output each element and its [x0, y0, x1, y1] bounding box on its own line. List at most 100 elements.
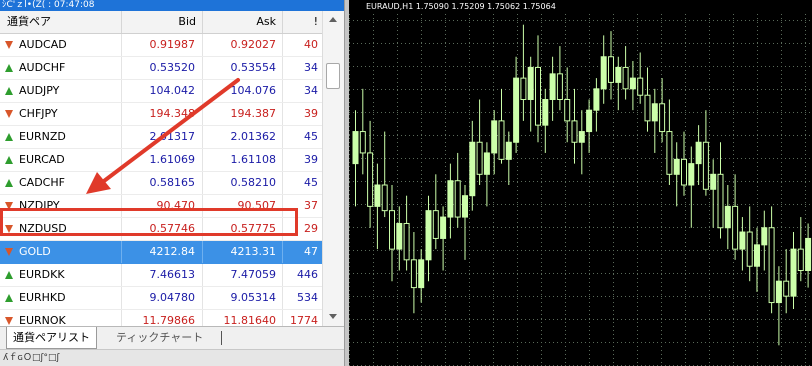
tab-tick-chart[interactable]: ティックチャート — [110, 327, 209, 349]
bid-price: 9.04780 — [122, 287, 203, 309]
candle-bull — [440, 216, 447, 239]
chart-header: EURAUD,H1 1.75090 1.75209 1.75062 1.7506… — [366, 2, 556, 11]
candle-bear — [746, 231, 753, 267]
symbol-row-gold[interactable]: GOLD 4212.84 4213.31 47 — [0, 241, 322, 264]
bid-price: 90.470 — [122, 195, 203, 217]
bid-price: 7.46613 — [122, 264, 203, 286]
candle-bull — [790, 248, 797, 297]
spread-value: 45 — [304, 176, 318, 189]
column-header-ask[interactable]: Ask — [203, 11, 283, 33]
candle-bear — [644, 94, 651, 122]
candle-bear — [410, 259, 417, 289]
scroll-up-button[interactable] — [325, 13, 341, 27]
candle-bear — [556, 73, 563, 100]
symbol-name: EURDKK — [0, 264, 122, 286]
candle-bear — [666, 131, 673, 175]
spread-value: 534 — [297, 291, 318, 304]
candle-bear — [476, 141, 483, 175]
column-header-bid[interactable]: Bid — [122, 11, 203, 33]
candle-bull — [491, 120, 498, 154]
symbol-name: NZDJPY — [0, 195, 122, 217]
symbol-row-eurnok[interactable]: EURNOK 11.79866 11.81640 1774 — [0, 310, 322, 326]
bid-price: 0.58165 — [122, 172, 203, 194]
symbol-row-audcad[interactable]: AUDCAD 0.91987 0.92027 40 — [0, 34, 322, 57]
tab-symbols[interactable]: 通貨ペアリスト — [6, 327, 97, 349]
symbol-name: NZDUSD — [0, 218, 122, 240]
ask-price: 1.61108 — [203, 149, 283, 171]
bid-price: 11.79866 — [122, 310, 203, 326]
symbol-name: EURCAD — [0, 149, 122, 171]
bid-price: 0.91987 — [122, 34, 203, 56]
candle-bear — [608, 56, 614, 83]
candle-bear — [732, 205, 739, 250]
candle-bear — [389, 210, 395, 250]
spread-value: 34 — [304, 84, 318, 97]
scroll-thumb[interactable] — [326, 63, 340, 89]
spread-value: 1774 — [290, 314, 318, 326]
candle-bull — [586, 109, 593, 133]
candle-bear — [381, 184, 388, 212]
spread-value: 37 — [304, 199, 318, 212]
symbol-row-audchf[interactable]: AUDCHF 0.53520 0.53554 34 — [0, 57, 322, 80]
candle-bull — [542, 99, 549, 126]
candle-bull — [629, 77, 636, 90]
candle-bear — [702, 141, 709, 190]
status-bar: ʎｆɢＯ□ʃ°□ʃ — [0, 349, 344, 366]
symbol-row-nzdusd[interactable]: NZDUSD 0.57746 0.57775 29 — [0, 218, 322, 241]
symbol-name: AUDJPY — [0, 80, 122, 102]
symbol-row-eurcad[interactable]: EURCAD 1.61069 1.61108 39 — [0, 149, 322, 172]
ask-price: 9.05314 — [203, 287, 283, 309]
spread-value: 34 — [304, 61, 318, 74]
candle-bull — [688, 163, 695, 186]
candle-bull — [505, 141, 512, 160]
candle-bull — [724, 205, 731, 229]
candle-bull — [651, 103, 658, 122]
vertical-scrollbar[interactable] — [322, 11, 344, 326]
symbol-row-audjpy[interactable]: AUDJPY 104.042 104.076 34 — [0, 80, 322, 103]
ask-price: 2.01362 — [203, 126, 283, 148]
candle-bear — [768, 227, 775, 304]
ask-price: 0.92027 — [203, 34, 283, 56]
candle-bull — [615, 66, 622, 83]
ask-price: 0.58210 — [203, 172, 283, 194]
candle-bear — [498, 120, 505, 160]
spread-value: 45 — [304, 130, 318, 143]
bid-price: 194.348 — [122, 103, 203, 125]
symbol-row-nzdjpy[interactable]: NZDJPY 90.470 90.507 37 — [0, 195, 322, 218]
bid-price: 104.042 — [122, 80, 203, 102]
price-chart[interactable]: EURAUD,H1 1.75090 1.75209 1.75062 1.7506… — [349, 0, 812, 366]
ask-price: 0.57775 — [203, 218, 283, 240]
market-watch-panel: ｼC'ｚl•(Z( : 07:47:08 通貨ペア Bid Ask ! AUDC… — [0, 0, 344, 366]
symbol-row-chfjpy[interactable]: CHFJPY 194.348 194.387 39 — [0, 103, 322, 126]
candle-bull — [775, 280, 782, 304]
spread-value: 40 — [304, 38, 318, 51]
candle-bull — [761, 227, 768, 246]
candle-bear — [564, 99, 571, 122]
candle-bull — [578, 131, 585, 143]
market-watch-tabs: 通貨ペアリスト ティックチャート — [0, 326, 344, 349]
ask-price: 104.076 — [203, 80, 283, 102]
candle-bear — [403, 222, 410, 261]
candle-bull — [447, 180, 454, 218]
candle-bull — [673, 158, 680, 175]
candle-bull — [483, 152, 490, 175]
column-header-spread[interactable]: ! — [283, 11, 322, 33]
candle-bull — [374, 184, 381, 207]
symbol-name: GOLD — [0, 241, 122, 263]
bid-price: 2.01317 — [122, 126, 203, 148]
symbol-row-eurdkk[interactable]: EURDKK 7.46613 7.47059 446 — [0, 264, 322, 287]
candle-bear — [432, 210, 439, 239]
market-watch-header: 通貨ペア Bid Ask ! — [0, 11, 322, 34]
symbol-row-cadchf[interactable]: CADCHF 0.58165 0.58210 45 — [0, 172, 322, 195]
symbol-name: EURNOK — [0, 310, 122, 326]
candle-bear — [571, 120, 578, 143]
scroll-down-button[interactable] — [325, 310, 341, 324]
symbol-row-eurnzd[interactable]: EURNZD 2.01317 2.01362 45 — [0, 126, 322, 149]
candle-bull — [805, 237, 812, 271]
candle-bull — [754, 244, 760, 267]
symbol-row-eurhkd[interactable]: EURHKD 9.04780 9.05314 534 — [0, 287, 322, 310]
candle-bull — [549, 73, 556, 100]
column-header-symbol[interactable]: 通貨ペア — [0, 11, 122, 33]
ask-price: 7.47059 — [203, 264, 283, 286]
spread-value: 39 — [304, 107, 318, 120]
